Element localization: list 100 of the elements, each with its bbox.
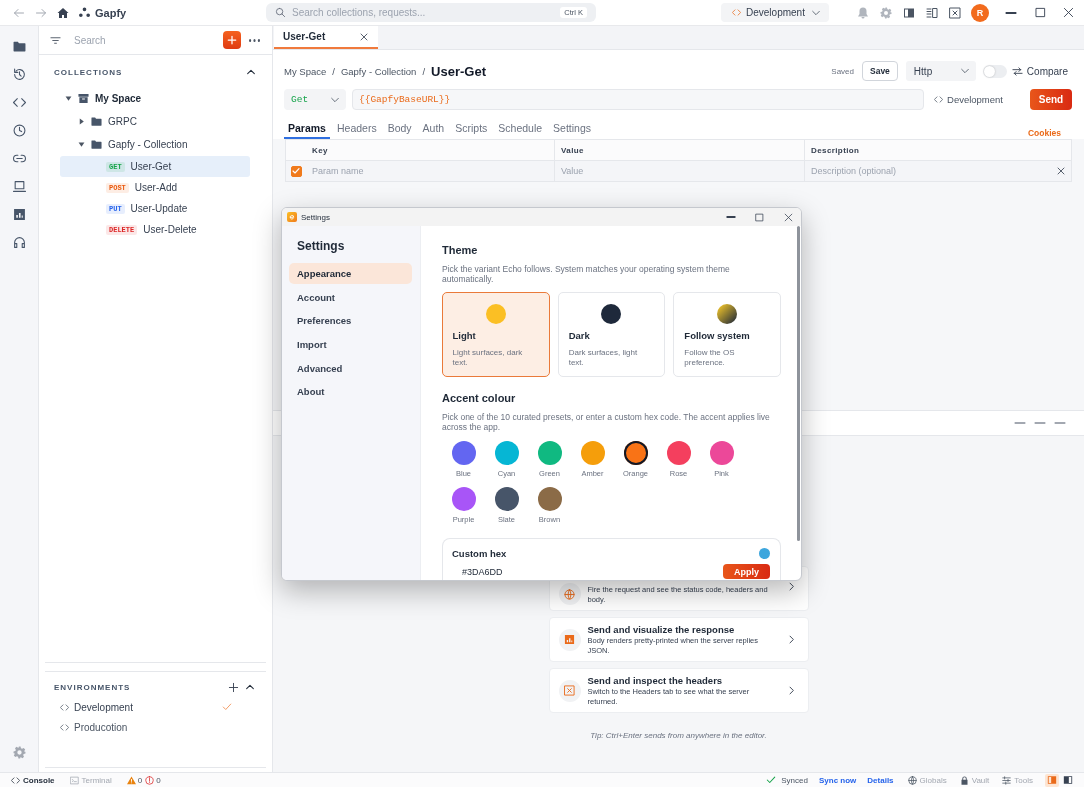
theme-description: Dark surfaces, light text. [568,348,639,368]
code-icon[interactable] [12,96,26,109]
chevron-up-icon[interactable] [245,682,255,692]
panel-left-icon[interactable] [903,6,915,19]
settings-nav-item[interactable]: Preferences [289,310,412,332]
globe-icon [907,775,917,785]
theme-option-card[interactable]: Follow system Follow the OS preference. [673,292,781,377]
archive-box-icon [78,93,89,104]
columns-icon[interactable] [926,6,938,19]
theme-option-card[interactable]: Dark Dark surfaces, light text. [557,292,666,377]
environment-button[interactable]: Development [934,94,1003,105]
add-button[interactable] [223,31,241,49]
request-tab[interactable]: User-Get [274,26,378,49]
request-section-tab[interactable]: Auth [418,122,449,139]
global-search-field[interactable]: Search collections, requests... [292,4,555,21]
compare-toggle[interactable] [982,64,1007,78]
sidebar-search-field[interactable]: Search [74,31,210,49]
hint-title: Send and visualize the response [587,623,736,636]
environment-item[interactable]: Producotion [54,717,255,737]
column-header: Key [311,144,329,157]
theme-name: Light [452,329,477,341]
theme-name: Dark [568,330,591,341]
more-icon[interactable] [249,38,260,42]
param-description-field[interactable]: Description (optional) [811,162,1057,180]
folder-icon [91,116,102,127]
swap-arrows-icon [1011,65,1023,77]
minimize-icon[interactable] [1005,11,1017,14]
param-value-field[interactable]: Value [561,162,804,180]
close-icon[interactable] [360,32,368,41]
chart-icon[interactable] [12,208,26,221]
environment-dropdown[interactable]: Development [721,3,829,22]
request-section-tab[interactable]: Settings [549,122,596,139]
scrollbar-thumb[interactable] [797,226,800,541]
globe-icon [558,583,581,605]
request-section-tab[interactable]: Body [383,122,416,139]
send-button[interactable]: Send [1030,89,1072,110]
sync-now-link[interactable]: Sync now [818,775,857,785]
row-checkbox[interactable] [290,165,302,177]
tree-item[interactable]: Gapfy - Collection [60,133,250,156]
check-icon [766,775,777,785]
theme-option-card[interactable]: Light Light surfaces, dark text. [442,292,550,377]
breadcrumb-link[interactable]: My Space [284,65,327,77]
chevron-right-icon [786,635,796,644]
caret-right-icon[interactable] [77,118,85,125]
caret-down-icon[interactable] [77,141,85,148]
plus-icon[interactable] [228,681,239,693]
section-title: ENVIRONMENTS [54,682,131,692]
protocol-dropdown[interactable]: Http [905,61,976,81]
history-icon[interactable] [12,68,26,81]
laptop-icon[interactable] [12,180,26,193]
chart-icon [558,628,581,651]
close-icon[interactable] [1063,7,1074,18]
gradient-circle-icon [717,304,738,324]
environment-item[interactable]: Development [54,697,255,717]
settings-nav-item[interactable]: Account [289,286,412,308]
close-icon[interactable] [1057,167,1065,175]
settings-nav-item[interactable]: Import [289,334,412,356]
panel-tab[interactable]: Console [11,775,55,785]
close-icon[interactable] [784,212,793,222]
tip-text: Tip: Ctrl+Enter sends from anywhere in the editor. [590,731,767,740]
caret-down-icon[interactable] [64,95,72,102]
folder-icon[interactable] [12,40,26,53]
dots-logo-icon [79,7,90,18]
filter-icon[interactable] [50,34,61,46]
home-icon[interactable] [57,6,69,19]
maximize-icon[interactable] [1035,7,1046,18]
clock-icon[interactable] [12,124,26,137]
tree-item[interactable]: GRPC [60,110,250,133]
apply-button[interactable]: Apply [723,564,770,579]
headset-icon[interactable] [12,236,26,249]
custom-hex-title: Custom hex [452,547,507,559]
app-logo-icon [287,212,297,222]
request-section-tab[interactable]: Scripts [451,122,492,139]
terminal-icon [69,775,79,785]
code-icon [934,95,943,104]
maximize-icon[interactable] [755,212,764,222]
section-title: Theme [442,244,479,256]
breadcrumb-link[interactable]: Gapfy - Collection [340,65,417,77]
chevron-right-icon [786,581,796,591]
details-link[interactable]: Details [867,775,894,785]
code-icon [732,8,741,17]
error-count: 0 [156,775,161,785]
request-section-tab[interactable]: Headers [332,122,381,139]
settings-nav-item[interactable]: Appearance [289,263,412,284]
sync-status: Synced [781,775,808,785]
app-name: Gapfy [95,6,127,19]
link-icon[interactable] [12,152,26,165]
compare-button[interactable]: Compare [1011,65,1068,77]
request-section-tab[interactable]: Schedule [494,122,547,139]
settings-nav-item[interactable]: About [289,381,412,403]
sliders-icon [1002,775,1012,785]
settings-nav-item[interactable]: Advanced [289,357,412,379]
save-button[interactable]: Save [862,61,898,81]
section-description: Pick the variant Echo follows. System matches your operating system theme automatically. [442,264,731,284]
param-key-field[interactable]: Param name [312,162,554,180]
panel-right-icon[interactable] [1061,773,1075,787]
chevron-up-icon[interactable] [246,67,256,77]
theme-description: Follow the OS preference. [684,348,736,368]
section-description: Pick one of the 10 curated presets, or enter a custom hex code. The accent applies live across the app. [442,412,771,432]
tree-item[interactable]: My Space [60,87,250,110]
